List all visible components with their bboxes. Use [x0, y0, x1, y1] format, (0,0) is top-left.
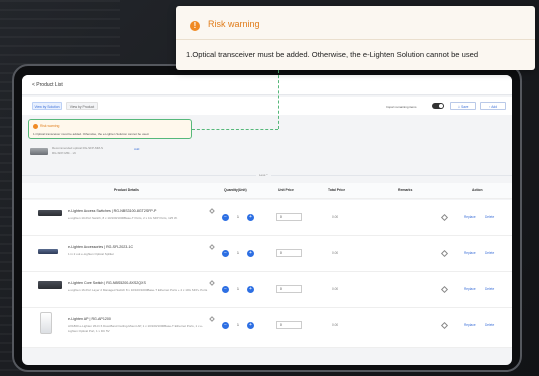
remarks-edit-icon[interactable]	[440, 249, 449, 258]
delete-link[interactable]: Delete	[485, 323, 494, 327]
qty-plus-button[interactable]: +	[247, 250, 254, 257]
qty-minus-button[interactable]: −	[222, 250, 229, 257]
add-transceiver-link[interactable]: Add	[134, 147, 139, 151]
delete-link[interactable]: Delete	[485, 251, 494, 255]
total-price: 0.00	[332, 251, 339, 255]
connector-line-vertical	[278, 70, 279, 129]
collapse-toggle[interactable]: Less ^	[256, 173, 271, 177]
table-row: e-Lighten Accessories | RG-SFL2023-1C 1 …	[22, 236, 512, 272]
edit-icon[interactable]	[209, 208, 215, 214]
product-image	[38, 281, 62, 289]
qty-minus-button[interactable]: −	[222, 322, 229, 329]
unit-price-input[interactable]: 0	[276, 213, 302, 221]
risk-warning-popup: Risk warning 1.Optical transceiver must …	[176, 6, 535, 70]
inline-warning-message: 1.Optical transceiver must be added. Oth…	[33, 132, 150, 136]
import-toggle[interactable]	[432, 103, 444, 109]
inline-risk-warning: Risk warning 1.Optical transceiver must …	[28, 119, 192, 139]
replace-link[interactable]: Replace	[464, 287, 476, 291]
product-image	[38, 210, 62, 216]
save-button[interactable]: ⇩ Save	[450, 102, 476, 110]
app-screen: < Product List View by Solution View by …	[22, 75, 512, 365]
table-row: e-Lighten AP | RG-AP1200 AX1800 e-Lighte…	[22, 308, 512, 348]
unit-price-input[interactable]: 0	[276, 285, 302, 293]
header-unit-price: Unit Price	[278, 188, 294, 192]
delete-link[interactable]: Delete	[485, 215, 494, 219]
edit-icon[interactable]	[209, 280, 215, 286]
qty-value[interactable]: 1	[237, 287, 239, 291]
product-name: e-Lighten Accessories | RG-SFL2023-1C	[68, 245, 134, 249]
product-image	[38, 249, 58, 254]
back-link[interactable]: < Product List	[32, 82, 63, 88]
tab-view-by-product[interactable]: View by Product	[66, 102, 98, 110]
delete-link[interactable]: Delete	[485, 287, 494, 291]
total-price: 0.00	[332, 323, 339, 327]
product-desc: AX1800 e-Lighten Wi-Fi 6 Dual-Band Ceili…	[68, 324, 203, 333]
table-header: Product Details Quantity(Unit) Unit Pric…	[22, 183, 512, 199]
qty-minus-button[interactable]: −	[222, 286, 229, 293]
import-toggle-label: Import remaining items	[386, 105, 417, 109]
header-total-price: Total Price	[328, 188, 346, 192]
product-name: e-Lighten Access Switches | RG-NBS3100-8…	[68, 209, 157, 213]
remarks-edit-icon[interactable]	[440, 213, 449, 222]
popup-message: 1.Optical transceiver must be added. Oth…	[186, 50, 479, 59]
unit-price-input[interactable]: 0	[276, 249, 302, 257]
top-bar: < Product List	[22, 75, 512, 95]
qty-plus-button[interactable]: +	[247, 286, 254, 293]
remarks-edit-icon[interactable]	[440, 285, 449, 294]
qty-plus-button[interactable]: +	[247, 322, 254, 329]
total-price: 0.00	[332, 215, 339, 219]
popup-divider	[176, 39, 535, 40]
toolbar: View by Solution View by Product Import …	[22, 97, 512, 115]
product-desc: e-Lighten 10-Port Switch, 8 x 10/100/100…	[68, 216, 178, 220]
replace-link[interactable]: Replace	[464, 215, 476, 219]
total-price: 0.00	[332, 287, 339, 291]
replace-link[interactable]: Replace	[464, 323, 476, 327]
product-name: e-Lighten Core Switch | RG-NBS5200-8XS2Q…	[68, 281, 146, 285]
connector-line	[192, 129, 278, 130]
recommended-transceiver: Recommended optical RG-SFP-MM-S RG-SFP-M…	[30, 145, 103, 159]
tab-view-by-solution[interactable]: View by Solution	[32, 102, 62, 110]
qty-plus-button[interactable]: +	[247, 214, 254, 221]
product-image	[40, 312, 52, 334]
header-remarks: Remarks	[398, 188, 413, 192]
warning-icon	[190, 21, 200, 31]
replace-link[interactable]: Replace	[464, 251, 476, 255]
remarks-edit-icon[interactable]	[440, 321, 449, 330]
transceiver-image	[30, 148, 48, 155]
inline-warning-title: Risk warning	[40, 124, 60, 128]
transceiver-line2: RG-SFP-MM... x6	[52, 151, 76, 155]
product-desc: 1 in 2 out e-Lighten Optical Splitter	[68, 252, 115, 256]
product-desc: e-Lighten 16-Port Layer 2 Managed Switch…	[68, 288, 208, 292]
warning-icon	[33, 124, 38, 129]
header-product-details: Product Details	[114, 188, 139, 192]
unit-price-input[interactable]: 0	[276, 321, 302, 329]
header-action: Action	[472, 188, 483, 192]
qty-value[interactable]: 1	[237, 323, 239, 327]
product-name: e-Lighten AP | RG-AP1200	[68, 317, 111, 321]
table-row: e-Lighten Core Switch | RG-NBS5200-8XS2Q…	[22, 272, 512, 308]
edit-icon[interactable]	[209, 244, 215, 250]
table-row: e-Lighten Access Switches | RG-NBS3100-8…	[22, 200, 512, 236]
add-button[interactable]: ↑ Add	[480, 102, 506, 110]
popup-title: Risk warning	[208, 19, 260, 29]
edit-icon[interactable]	[209, 316, 215, 322]
qty-minus-button[interactable]: −	[222, 214, 229, 221]
qty-value[interactable]: 1	[237, 251, 239, 255]
header-quantity: Quantity(Unit)	[224, 188, 247, 192]
qty-value[interactable]: 1	[237, 215, 239, 219]
